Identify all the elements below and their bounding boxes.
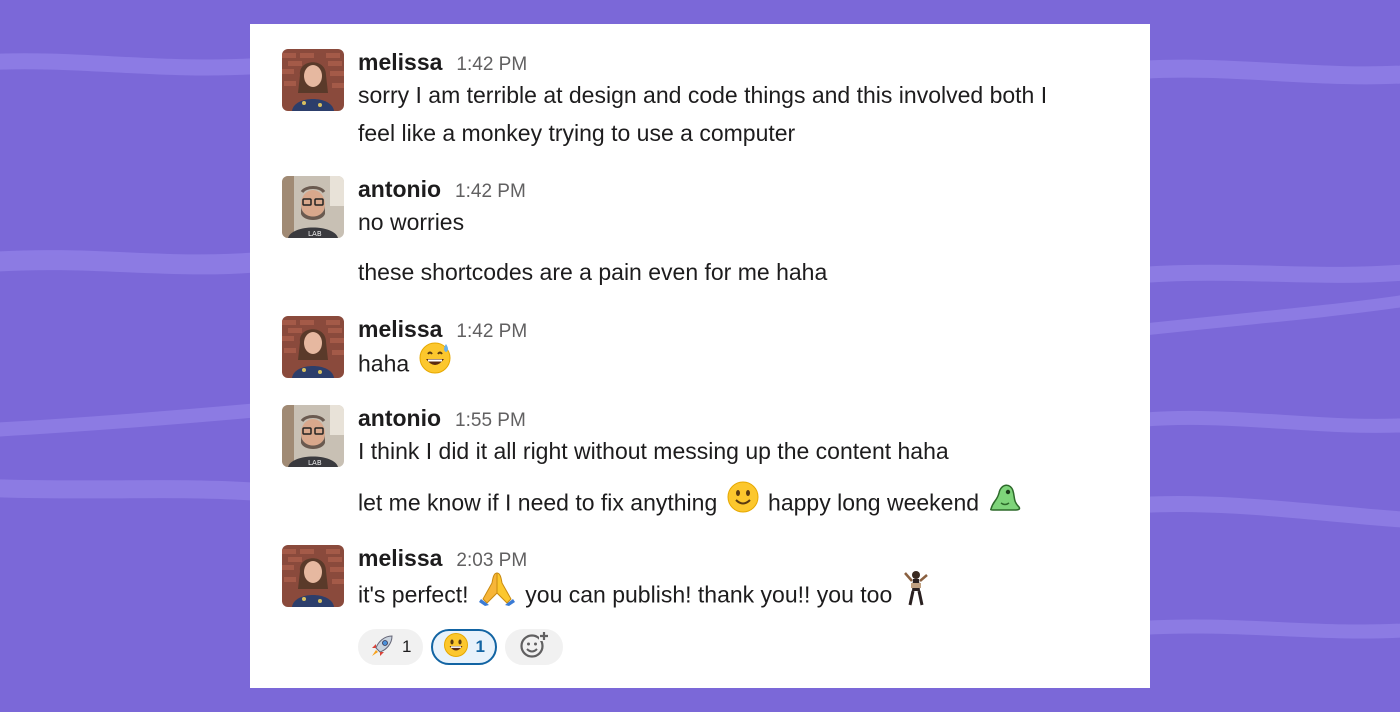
reaction-count: 1: [475, 637, 485, 656]
message-text: haha: [358, 350, 410, 377]
message-text: I think I did it all right without messi…: [358, 438, 949, 464]
message-text: you can publish! thank you!! you too: [525, 581, 893, 608]
message-text: sorry I am terrible at design and code t…: [358, 82, 1048, 108]
add-reaction-button[interactable]: [504, 629, 563, 665]
username[interactable]: melissa: [358, 49, 442, 76]
message-text: no worries: [358, 209, 465, 235]
message-text: these shortcodes are a pain even for me …: [358, 259, 828, 285]
antonio-avatar[interactable]: LAB: [282, 405, 344, 467]
green-blob-emoji: [987, 479, 1023, 524]
timestamp[interactable]: 1:42 PM: [455, 181, 526, 203]
svg-text:LAB: LAB: [308, 230, 322, 238]
timestamp[interactable]: 1:55 PM: [455, 410, 526, 432]
message-text: it's perfect!: [358, 581, 469, 608]
timestamp[interactable]: 1:42 PM: [456, 54, 527, 76]
username[interactable]: melissa: [358, 316, 442, 343]
melissa-avatar[interactable]: [282, 545, 344, 607]
username[interactable]: melissa: [358, 545, 442, 572]
reactions-bar: 1 1: [358, 629, 1128, 665]
smiley-emoji: [443, 632, 469, 663]
reaction-count: 1: [402, 637, 412, 656]
grinning-sweat-emoji: [418, 340, 452, 385]
username[interactable]: antonio: [358, 176, 441, 203]
svg-text:LAB: LAB: [308, 459, 322, 467]
reaction-smiley[interactable]: 1: [431, 629, 497, 665]
praying-hands-emoji: [477, 569, 517, 618]
rocket-emoji: [370, 632, 396, 663]
slightly-smiling-emoji: [726, 479, 760, 524]
chat-card: melissa 1:42 PM sorry I am terrible at d…: [250, 24, 1150, 688]
message-text: feel like a monkey trying to use a compu…: [358, 120, 796, 146]
dancing-figure-emoji: [901, 569, 931, 618]
message-text: happy long weekend: [768, 489, 980, 516]
add-reaction-icon: [519, 630, 549, 664]
melissa-avatar[interactable]: [282, 49, 344, 111]
message-text: let me know if I need to fix anything: [358, 489, 718, 516]
timestamp[interactable]: 1:42 PM: [456, 321, 527, 343]
melissa-avatar[interactable]: [282, 316, 344, 378]
username[interactable]: antonio: [358, 405, 441, 432]
antonio-avatar[interactable]: LAB: [282, 176, 344, 238]
reaction-rocket[interactable]: 1: [358, 629, 424, 665]
